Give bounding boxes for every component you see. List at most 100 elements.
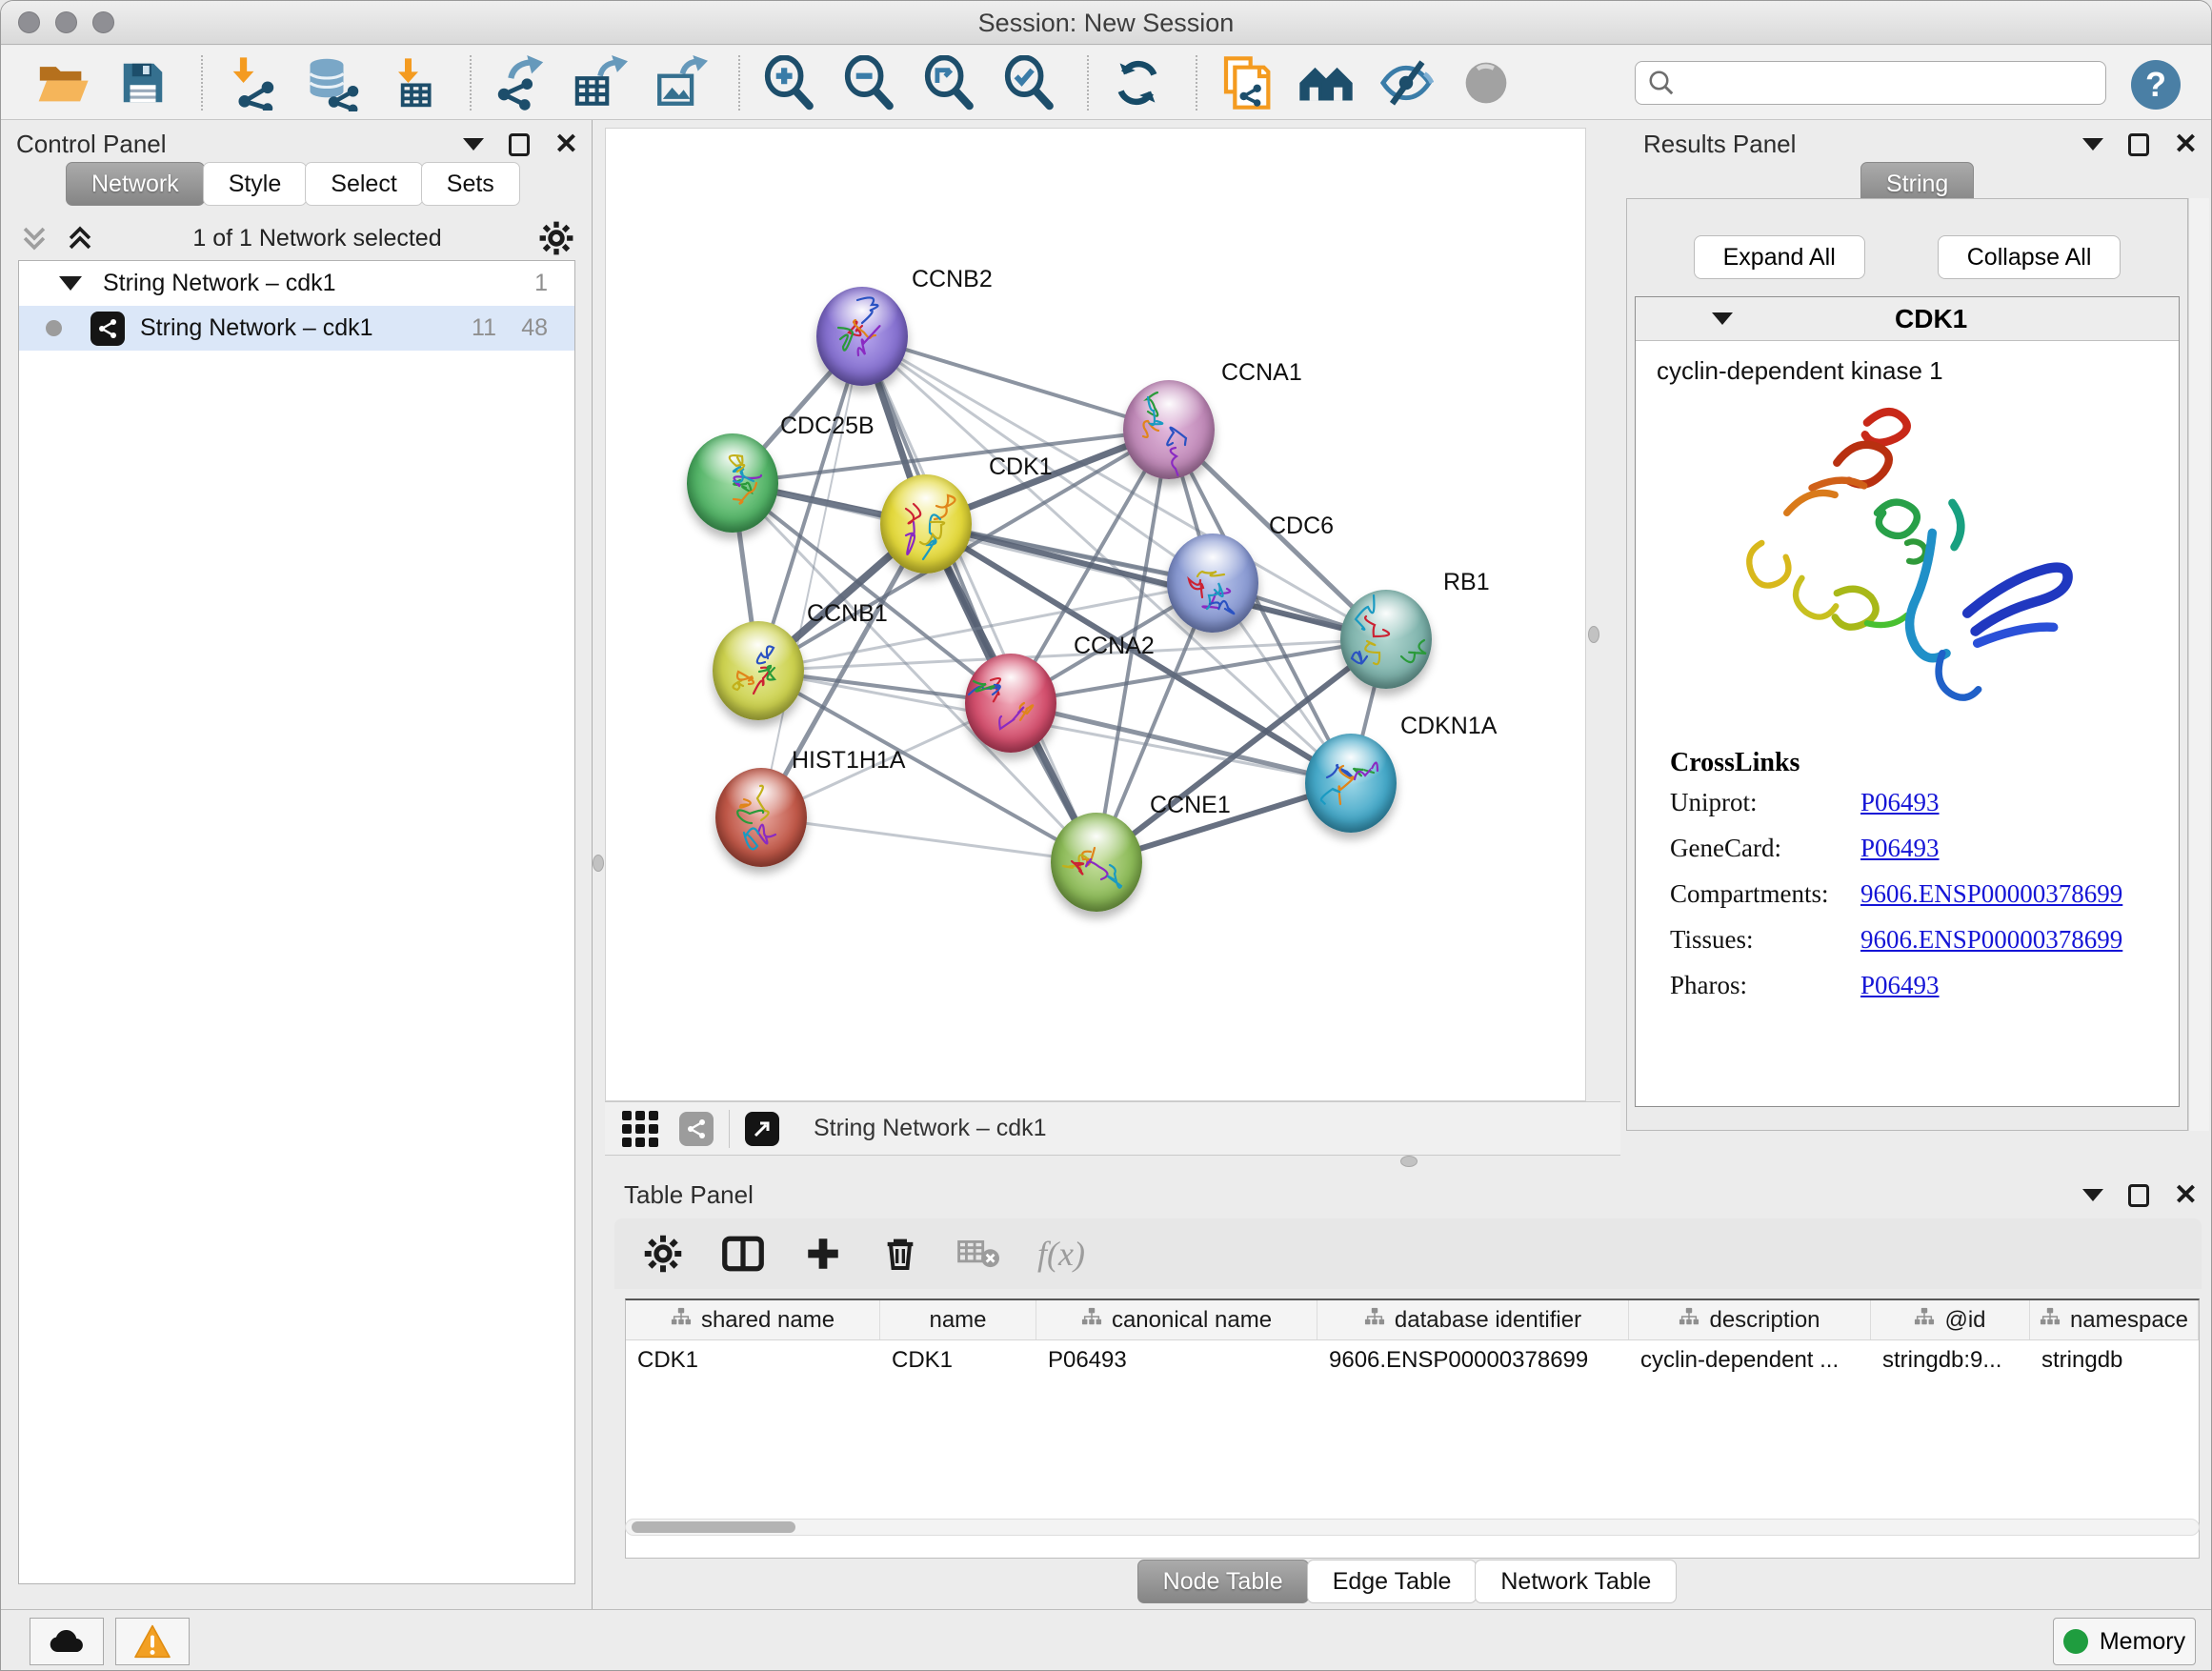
float-panel-icon[interactable] — [2128, 1184, 2149, 1207]
column-header-description[interactable]: description — [1629, 1300, 1871, 1339]
node-label-CDKN1A: CDKN1A — [1400, 713, 1497, 740]
help-button[interactable]: ? — [2131, 60, 2181, 110]
collapse-all-icon[interactable] — [18, 222, 50, 254]
gear-icon[interactable] — [643, 1234, 683, 1274]
column-header-id[interactable]: @id — [1871, 1300, 2030, 1339]
tab-network[interactable]: Network — [66, 162, 205, 206]
column-header-canonical-name[interactable]: canonical name — [1036, 1300, 1317, 1339]
tab-edge-table[interactable]: Edge Table — [1307, 1560, 1478, 1603]
warnings-button[interactable] — [115, 1618, 190, 1665]
right-splitter-handle[interactable] — [1588, 626, 1599, 643]
protein-thumbnail — [880, 474, 972, 574]
cloud-status-button[interactable] — [30, 1618, 104, 1665]
cell-description[interactable]: cyclin-dependent ... — [1629, 1340, 1871, 1379]
hide-selected-button[interactable] — [1377, 53, 1436, 112]
panel-menu-icon[interactable] — [463, 138, 484, 151]
network-canvas[interactable]: CCNB2CCNA1CDC25BCDK1CDC6RB1CCNB1CCNA2CDK… — [605, 128, 1586, 1101]
column-header-shared-name[interactable]: shared name — [626, 1300, 880, 1339]
add-column-icon[interactable] — [803, 1234, 843, 1274]
memory-button[interactable]: Memory — [2053, 1618, 2196, 1665]
import-network-file-button[interactable] — [222, 53, 281, 112]
zoom-out-button[interactable] — [839, 53, 898, 112]
save-session-button[interactable] — [113, 53, 172, 112]
cell-canonical-name[interactable]: P06493 — [1036, 1340, 1317, 1379]
new-network-from-selection-button[interactable] — [1217, 53, 1276, 112]
cell-id[interactable]: stringdb:9... — [1871, 1340, 2030, 1379]
network-node-CDC25B[interactable] — [687, 433, 778, 533]
show-all-button[interactable] — [1457, 53, 1516, 112]
import-network-database-button[interactable] — [302, 53, 361, 112]
table-horizontal-scrollbar[interactable] — [625, 1519, 2200, 1536]
open-session-button[interactable] — [33, 53, 92, 112]
table-row[interactable]: CDK1 CDK1 P06493 9606.ENSP00000378699 cy… — [626, 1340, 2199, 1379]
network-row[interactable]: String Network – cdk1 11 48 — [19, 306, 574, 351]
network-node-CCNB1[interactable] — [713, 621, 804, 720]
cell-name[interactable]: CDK1 — [880, 1340, 1036, 1379]
tab-network-table[interactable]: Network Table — [1475, 1560, 1677, 1603]
zoom-fit-button[interactable] — [919, 53, 978, 112]
network-node-CCNA2[interactable] — [965, 654, 1056, 753]
zoom-in-button[interactable] — [759, 53, 818, 112]
bottom-splitter-handle[interactable] — [1400, 1156, 1418, 1167]
expand-all-icon[interactable] — [64, 222, 96, 254]
network-share-icon[interactable] — [679, 1112, 714, 1146]
zoom-out-icon — [841, 55, 896, 111]
zoom-selected-button[interactable] — [999, 53, 1058, 112]
collection-expand-icon[interactable] — [59, 276, 82, 291]
search-input[interactable] — [1685, 70, 2094, 97]
table-tabs: Node Table Edge Table Network Table — [605, 1560, 2211, 1603]
cell-namespace[interactable]: stringdb — [2030, 1340, 2199, 1379]
apply-layout-button[interactable] — [1108, 53, 1167, 112]
panel-menu-icon[interactable] — [2082, 138, 2103, 151]
crosslink-link[interactable]: 9606.ENSP00000378699 — [1860, 879, 2122, 909]
entry-collapse-icon[interactable] — [1712, 312, 1733, 325]
scrollbar-thumb[interactable] — [632, 1521, 795, 1533]
network-node-CDKN1A[interactable] — [1305, 734, 1397, 833]
houses-icon — [1297, 54, 1355, 111]
network-node-CCNE1[interactable] — [1051, 813, 1142, 912]
network-node-RB1[interactable] — [1340, 590, 1432, 689]
crosslink-link[interactable]: P06493 — [1860, 788, 1940, 817]
crosslink-link[interactable]: 9606.ENSP00000378699 — [1860, 925, 2122, 955]
panel-menu-icon[interactable] — [2082, 1189, 2103, 1201]
column-header-namespace[interactable]: namespace — [2030, 1300, 2199, 1339]
tab-style[interactable]: Style — [203, 162, 308, 206]
close-panel-icon[interactable]: ✕ — [2174, 131, 2198, 159]
results-scrollbar[interactable] — [2188, 198, 2209, 1131]
close-panel-icon[interactable]: ✕ — [554, 131, 578, 159]
export-table-button[interactable] — [571, 53, 630, 112]
tab-sets[interactable]: Sets — [421, 162, 520, 206]
first-neighbors-button[interactable] — [1297, 53, 1356, 112]
delete-column-icon[interactable] — [881, 1234, 919, 1274]
network-node-CDK1[interactable] — [880, 474, 972, 574]
column-header-name[interactable]: name — [880, 1300, 1036, 1339]
network-collection-row[interactable]: String Network – cdk1 1 — [19, 261, 574, 306]
grid-view-icon[interactable] — [622, 1111, 658, 1147]
crosslink-link[interactable]: P06493 — [1860, 971, 1940, 1000]
float-panel-icon[interactable] — [2128, 133, 2149, 156]
gear-icon[interactable] — [538, 220, 574, 256]
export-image-icon — [653, 55, 708, 111]
float-panel-icon[interactable] — [509, 133, 530, 156]
crosslink-link[interactable]: P06493 — [1860, 834, 1940, 863]
show-columns-icon[interactable] — [721, 1234, 765, 1274]
close-panel-icon[interactable]: ✕ — [2174, 1181, 2198, 1210]
expand-all-button[interactable]: Expand All — [1694, 235, 1865, 279]
network-node-CCNA1[interactable] — [1123, 380, 1215, 479]
column-header-database-identifier[interactable]: database identifier — [1317, 1300, 1629, 1339]
tab-node-table[interactable]: Node Table — [1137, 1560, 1309, 1603]
network-node-CDC6[interactable] — [1167, 534, 1258, 633]
network-node-HIST1H1A[interactable] — [715, 768, 807, 867]
collapse-all-button[interactable]: Collapse All — [1938, 235, 2122, 279]
export-network-icon — [493, 55, 548, 111]
left-splitter-handle[interactable] — [593, 855, 604, 872]
network-node-CCNB2[interactable] — [816, 287, 908, 386]
cell-shared-name[interactable]: CDK1 — [626, 1340, 880, 1379]
detach-view-icon[interactable] — [745, 1112, 779, 1146]
export-network-button[interactable] — [491, 53, 550, 112]
export-image-button[interactable] — [651, 53, 710, 112]
import-table-button[interactable] — [382, 53, 441, 112]
gene-entry-header[interactable]: CDK1 — [1636, 297, 2179, 341]
cell-database-identifier[interactable]: 9606.ENSP00000378699 — [1317, 1340, 1629, 1379]
tab-select[interactable]: Select — [305, 162, 422, 206]
